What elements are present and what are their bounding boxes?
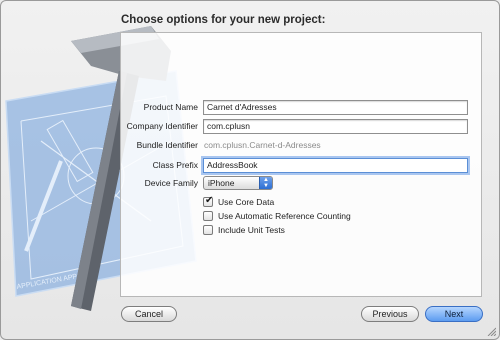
device-family-selected: iPhone (208, 178, 235, 188)
use-arc-checkbox[interactable] (203, 211, 213, 221)
product-name-label: Product Name (143, 102, 198, 112)
include-unit-tests-checkbox[interactable] (203, 225, 213, 235)
use-arc-option[interactable]: Use Automatic Reference Counting (203, 210, 351, 222)
bundle-identifier-label: Bundle Identifier (136, 140, 198, 150)
class-prefix-field[interactable]: AddressBook (203, 158, 468, 173)
include-unit-tests-option[interactable]: Include Unit Tests (203, 224, 285, 236)
product-name-row: Product Name Carnet d'Adresses (1, 100, 499, 115)
device-family-label: Device Family (144, 178, 198, 188)
company-identifier-label: Company Identifier (126, 121, 198, 131)
company-identifier-field[interactable]: com.cplusn (203, 119, 468, 134)
resize-grip-icon[interactable] (486, 326, 496, 336)
updown-arrows-icon: ▲ ▼ (259, 177, 272, 189)
device-family-select[interactable]: iPhone ▲ ▼ (203, 176, 273, 190)
use-core-data-option[interactable]: ✔ Use Core Data (203, 195, 275, 208)
checkmark-icon: ✔ (205, 195, 214, 206)
use-arc-label: Use Automatic Reference Counting (218, 211, 351, 221)
dialog-title: Choose options for your new project: (121, 14, 326, 26)
use-core-data-label: Use Core Data (218, 197, 275, 207)
bundle-identifier-value: com.cplusn.Carnet-d-Adresses (204, 140, 321, 150)
class-prefix-row: Class Prefix AddressBook (1, 158, 499, 173)
class-prefix-label: Class Prefix (152, 160, 198, 170)
next-button[interactable]: Next (425, 306, 483, 322)
include-unit-tests-label: Include Unit Tests (218, 225, 285, 235)
device-family-row: Device Family iPhone ▲ ▼ (1, 176, 499, 191)
previous-button[interactable]: Previous (361, 306, 419, 322)
cancel-button[interactable]: Cancel (121, 306, 177, 322)
use-core-data-checkbox[interactable]: ✔ (203, 195, 214, 207)
product-name-field[interactable]: Carnet d'Adresses (203, 100, 468, 115)
new-project-dialog: APPLICATION APP Choose options for your … (0, 0, 500, 340)
company-identifier-row: Company Identifier com.cplusn (1, 119, 499, 134)
bundle-identifier-row: Bundle Identifier com.cplusn.Carnet-d-Ad… (1, 138, 499, 153)
